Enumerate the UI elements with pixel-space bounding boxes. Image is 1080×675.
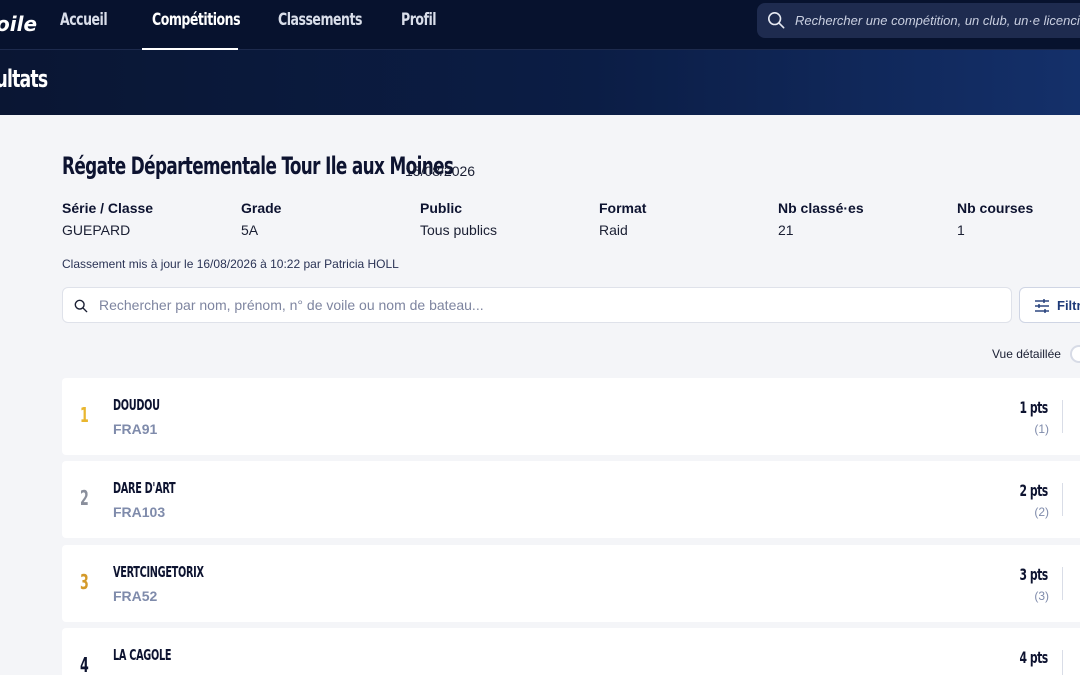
info-nb-classes: Nb classé·es 21 [778, 200, 864, 238]
race-score: (2) [1034, 505, 1049, 519]
info-value: Tous publics [420, 222, 498, 238]
divider [1062, 650, 1063, 675]
info-label: Format [599, 200, 647, 216]
logo[interactable]: oile [0, 12, 37, 36]
points: 3 pts [1019, 565, 1049, 584]
info-label: Public [420, 200, 463, 216]
competition-title: Régate Départementale Tour Ile aux Moine… [62, 152, 454, 180]
page-title: sultats [0, 65, 48, 93]
global-search[interactable] [757, 3, 1080, 38]
detail-view-toggle[interactable] [1070, 345, 1080, 363]
sail-number: FRA103 [113, 504, 166, 520]
detail-view-label: Vue détaillée [992, 347, 1061, 361]
last-updated-text: Classement mis à jour le 16/08/2026 à 10… [62, 257, 399, 271]
rank-number: 3 [80, 570, 89, 594]
competition-date: 15/08/2026 [405, 163, 476, 179]
filter-button[interactable]: Filtr [1019, 287, 1080, 323]
sail-number: FRA91 [113, 421, 158, 437]
info-value: Raid [599, 222, 628, 238]
info-format: Format Raid [599, 200, 646, 238]
sail-number: FRA52 [113, 588, 158, 604]
rank-number: 4 [80, 653, 89, 675]
search-icon [74, 299, 88, 313]
info-label: Nb classé·es [778, 200, 864, 216]
info-label: Série / Classe [62, 200, 154, 216]
info-nb-courses: Nb courses 1 [957, 200, 1033, 238]
points: 4 pts [1019, 648, 1049, 667]
result-row[interactable]: 1 DOUDOU FRA91 1 pts (1) [62, 378, 1080, 455]
info-value: 1 [957, 222, 965, 238]
results-search[interactable] [62, 287, 1012, 323]
boat-name: DARE D'ART [113, 479, 176, 497]
search-icon [767, 11, 785, 29]
rank-number: 1 [80, 403, 89, 427]
boat-name: DOUDOU [113, 396, 160, 414]
nav-accueil[interactable]: Accueil [60, 0, 108, 50]
info-value: 21 [778, 222, 794, 238]
info-public: Public Tous publics [420, 200, 497, 238]
nav-competitions[interactable]: Compétitions [152, 0, 241, 50]
result-row[interactable]: 2 DARE D'ART FRA103 2 pts (2) [62, 461, 1080, 538]
divider [1062, 400, 1063, 433]
result-row[interactable]: 4 LA CAGOLE 4 pts [62, 628, 1080, 675]
info-label: Grade [241, 200, 282, 216]
result-row[interactable]: 3 VERTCINGETORIX FRA52 3 pts (3) [62, 545, 1080, 622]
race-score: (1) [1034, 422, 1049, 436]
top-navigation-bar: oile Accueil Compétitions Classements Pr… [0, 0, 1080, 50]
toggle-knob [1072, 347, 1080, 361]
nav-profil[interactable]: Profil [401, 0, 437, 50]
info-value: GUEPARD [62, 222, 131, 238]
info-serie-classe: Série / Classe GUEPARD [62, 200, 153, 238]
boat-name: LA CAGOLE [113, 646, 172, 664]
info-label: Nb courses [957, 200, 1034, 216]
race-score: (3) [1034, 589, 1049, 603]
points: 1 pts [1019, 398, 1049, 417]
points: 2 pts [1019, 481, 1049, 500]
info-grade: Grade 5A [241, 200, 281, 238]
results-search-input[interactable] [99, 288, 999, 322]
nav-classements[interactable]: Classements [278, 0, 362, 50]
divider [1062, 483, 1063, 516]
sliders-icon [1035, 299, 1049, 313]
info-value: 5A [241, 222, 259, 238]
rank-number: 2 [80, 486, 89, 510]
filter-label: Filtr [1057, 298, 1080, 313]
divider [1062, 567, 1063, 600]
boat-name: VERTCINGETORIX [113, 563, 204, 581]
page-banner: sultats [0, 50, 1080, 115]
global-search-input[interactable] [795, 3, 1080, 38]
